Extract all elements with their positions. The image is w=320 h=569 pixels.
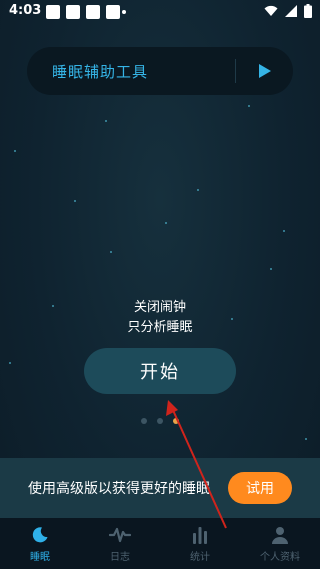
star (283, 230, 285, 232)
bar-chart-icon (193, 527, 207, 544)
star (9, 362, 11, 364)
page-indicator-dot[interactable] (141, 418, 147, 424)
status-time: 4:03 (9, 3, 42, 18)
nav-item-sleep[interactable]: 睡眠 (0, 518, 80, 569)
star (270, 268, 272, 270)
status-bar: 4:03 (0, 0, 320, 24)
notification-icon (106, 5, 120, 19)
sleep-aid-banner[interactable]: 睡眠辅助工具 (27, 47, 293, 95)
star (14, 150, 16, 152)
nav-label-stats: 统计 (190, 552, 210, 563)
waveform-icon (109, 527, 131, 543)
nav-label-log: 日志 (110, 552, 130, 563)
moon-icon (32, 527, 48, 543)
star (165, 222, 167, 224)
more-notifications-icon (122, 10, 126, 14)
star (105, 120, 107, 122)
notification-icon (86, 5, 100, 19)
sleep-aid-title: 睡眠辅助工具 (52, 63, 149, 81)
try-button[interactable]: 试用 (228, 472, 292, 504)
star (110, 251, 112, 253)
notification-icon (46, 5, 60, 19)
battery-icon (304, 4, 312, 18)
start-button[interactable]: 开始 (84, 348, 236, 394)
nav-item-profile[interactable]: 个人资料 (240, 518, 320, 569)
nav-label-profile: 个人资料 (260, 552, 300, 563)
notification-icon (66, 5, 80, 19)
star (197, 189, 199, 191)
signal-icon (285, 5, 297, 17)
star (248, 105, 250, 107)
play-button[interactable] (251, 57, 279, 85)
wifi-icon (264, 5, 278, 16)
nav-label-sleep: 睡眠 (30, 552, 50, 563)
star (74, 200, 76, 202)
person-icon (272, 527, 288, 544)
star (305, 438, 307, 440)
nav-item-log[interactable]: 日志 (80, 518, 160, 569)
divider (235, 59, 236, 83)
mode-description-line2: 只分析睡眠 (127, 320, 193, 335)
play-icon (259, 64, 271, 78)
promo-text: 使用高级版以获得更好的睡眠 (28, 481, 210, 497)
page-indicator-dot[interactable] (157, 418, 163, 424)
page-indicator-dot-active[interactable] (173, 418, 179, 424)
mode-description-line1: 关闭闹钟 (133, 300, 186, 315)
bottom-nav: 睡眠 日志 统计 个人资料 (0, 518, 320, 569)
premium-promo-bar: 使用高级版以获得更好的睡眠 试用 (0, 458, 320, 518)
nav-item-stats[interactable]: 统计 (160, 518, 240, 569)
